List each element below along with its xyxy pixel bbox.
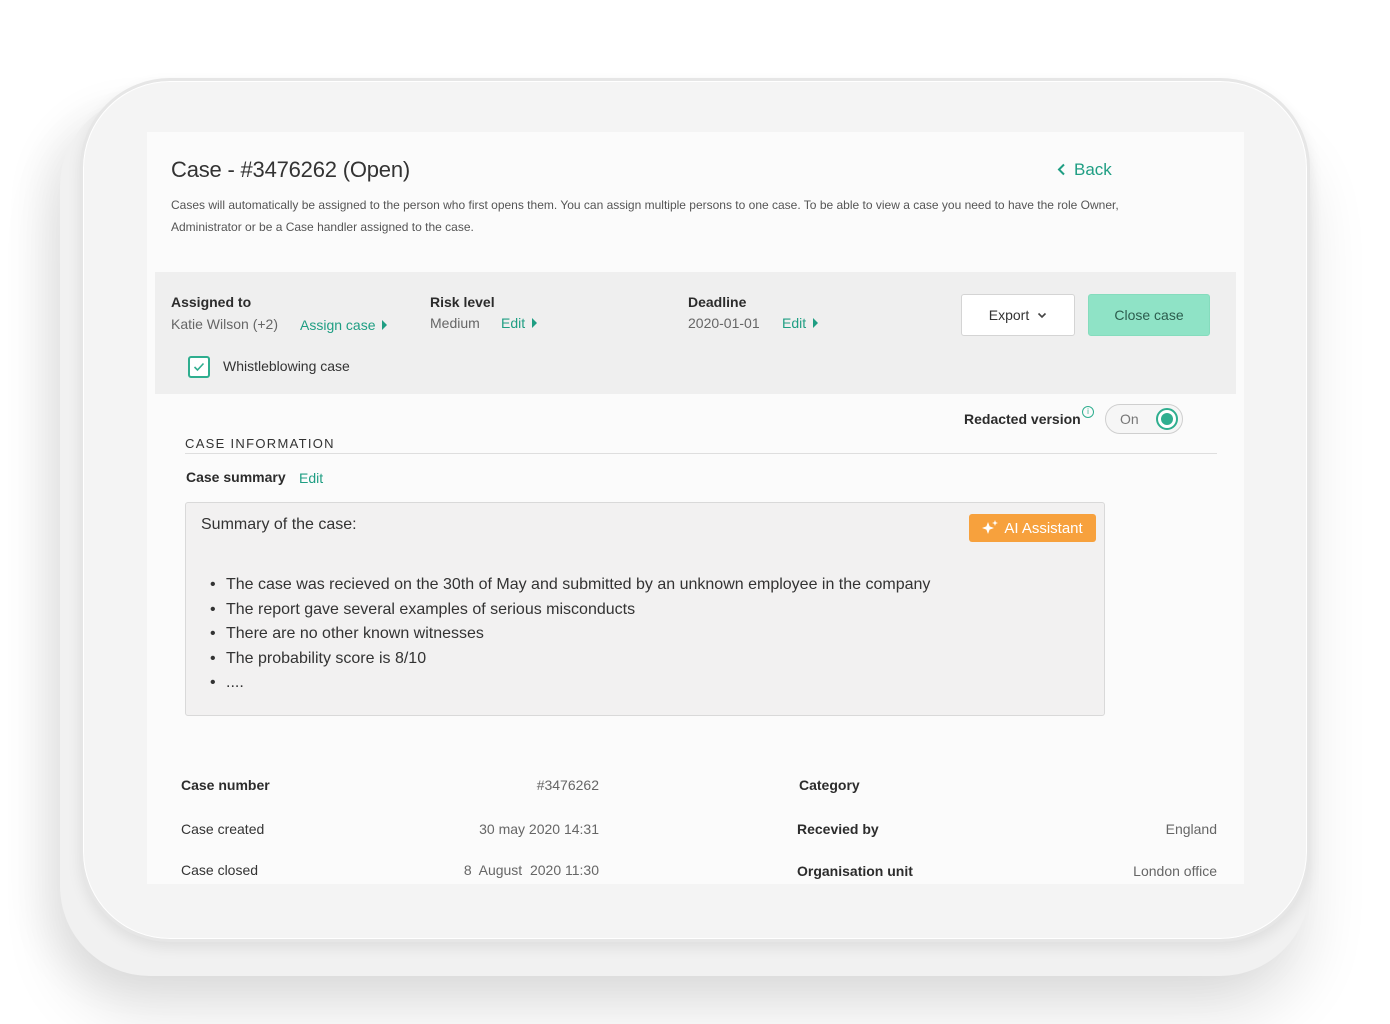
summary-title: Summary of the case: <box>201 516 357 533</box>
page-description: Cases will automatically be assigned to … <box>171 198 1119 234</box>
chevron-down-icon <box>1038 312 1047 318</box>
assigned-label: Assigned to <box>171 294 252 310</box>
deadline-edit-label: Edit <box>782 315 807 331</box>
deadline-value: 2020-01-01 <box>688 315 760 331</box>
organisation-unit-value: London office <box>1133 863 1217 879</box>
summary-bullets: The case was recieved on the 30th of May… <box>210 573 930 696</box>
caret-right-icon <box>813 318 819 328</box>
case-action-bar: Assigned to Katie Wilson (+2) Assign cas… <box>155 272 1236 394</box>
organisation-unit-label: Organisation unit <box>797 863 913 879</box>
risk-edit-link[interactable]: Edit <box>501 315 538 331</box>
ai-assistant-button[interactable]: AI Assistant <box>969 514 1096 542</box>
info-icon[interactable]: i <box>1082 406 1094 418</box>
case-summary-label: Case summary <box>186 469 286 485</box>
list-item: The report gave several examples of seri… <box>210 598 930 623</box>
case-closed-label: Case closed <box>181 862 259 878</box>
assign-case-label: Assign case <box>300 317 376 333</box>
ai-assistant-label: AI Assistant <box>1004 519 1083 537</box>
category-label: Category <box>799 777 860 793</box>
list-item: There are no other known witnesses <box>210 622 930 647</box>
assigned-value: Katie Wilson (+2) <box>171 316 278 332</box>
case-created-label: Case created <box>181 821 265 837</box>
toggle-knob <box>1156 408 1178 430</box>
back-link[interactable]: Back <box>1057 160 1112 180</box>
close-case-button[interactable]: Close case <box>1088 294 1210 336</box>
section-divider <box>185 453 1217 454</box>
list-item: The case was recieved on the 30th of May… <box>210 573 930 598</box>
case-summary-box[interactable]: Summary of the case: AI Assistant The ca… <box>185 502 1105 716</box>
deadline-edit-link[interactable]: Edit <box>782 315 819 331</box>
case-closed-value: 8 August 2020 11:30 <box>463 862 599 878</box>
case-number-value: #3476262 <box>536 777 599 793</box>
assign-case-link[interactable]: Assign case <box>300 317 388 333</box>
case-number-label: Case number <box>181 777 270 793</box>
back-label: Back <box>1074 160 1112 179</box>
export-button[interactable]: Export <box>961 294 1075 336</box>
chevron-left-icon <box>1057 163 1065 176</box>
whistleblowing-label: Whistleblowing case <box>223 358 350 374</box>
risk-value: Medium <box>430 315 480 331</box>
case-created-value: 30 may 2020 14:31 <box>479 821 599 837</box>
received-by-value: England <box>1165 821 1217 837</box>
redacted-toggle[interactable]: On <box>1105 404 1183 434</box>
section-heading: CASE INFORMATION <box>185 436 335 451</box>
redacted-version-label: Redacted version <box>964 411 1081 427</box>
deadline-label: Deadline <box>688 294 747 310</box>
whistleblowing-checkbox[interactable] <box>188 356 210 378</box>
check-icon <box>193 362 205 372</box>
page-title: Case - #3476262 (Open) <box>171 157 410 182</box>
sparkle-icon <box>982 520 999 534</box>
list-item: The probability score is 8/10 <box>210 647 930 672</box>
export-label: Export <box>988 307 1030 323</box>
case-screen: Case - #3476262 (Open) Back Cases will a… <box>147 132 1244 884</box>
received-by-label: Recevied by <box>797 821 879 837</box>
caret-right-icon <box>382 320 388 330</box>
toggle-state-label: On <box>1120 411 1139 427</box>
list-item: .... <box>210 671 930 696</box>
risk-label: Risk level <box>430 294 495 310</box>
risk-edit-label: Edit <box>501 315 526 331</box>
caret-right-icon <box>532 318 538 328</box>
summary-edit-link[interactable]: Edit <box>299 470 323 486</box>
